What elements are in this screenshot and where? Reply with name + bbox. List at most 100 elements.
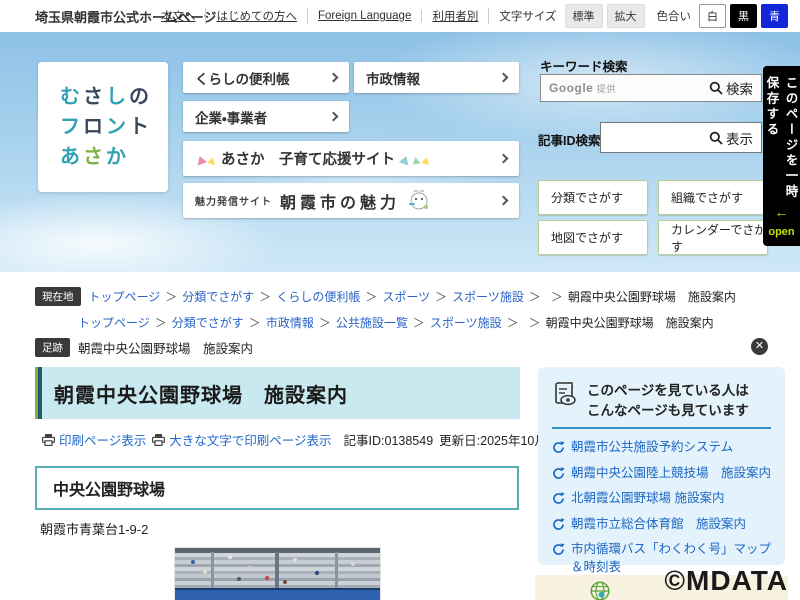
breadcrumb-secondary: トップページ＞分類でさがす＞市政情報＞公共施設一覧＞スポーツ施設＞＞朝霞中央公園… (78, 314, 714, 331)
breadcrumb-separator: ＞ (413, 316, 425, 330)
article-id: 記事ID:0138549 (344, 430, 434, 449)
related-page-link[interactable]: 北朝霞公園野球場 施設案内 (552, 490, 771, 508)
watermark: ©MDATA (664, 565, 788, 597)
font-size-label: 文字サイズ (489, 8, 562, 24)
related-page-link-label: 朝霞市立総合体育館 施設案内 (571, 516, 746, 534)
miryoku-banner-label: 魅力発信サイト 朝霞市の魅力 (195, 189, 432, 213)
related-page-link-label: 朝霞市公共施設予約システム (571, 439, 733, 457)
footprint-close-button[interactable]: ✕ (751, 338, 768, 355)
breadcrumb-link[interactable]: 分類でさがす (182, 290, 254, 304)
page-title: 朝霞中央公園野球場 施設案内 (38, 367, 520, 419)
kosodate-banner-label: あさか 子育て応援サイト (195, 148, 431, 169)
nav-button-living-guide[interactable]: くらしの便利帳 (183, 62, 349, 93)
miryoku-title: 朝霞市の魅力 (280, 189, 400, 213)
refresh-icon (552, 467, 565, 480)
breadcrumb-separator: ＞ (259, 290, 271, 304)
font-size-standard-button[interactable]: 標準 (565, 4, 603, 28)
color-black-button[interactable]: 黒 (730, 4, 757, 28)
keyword-search-label: キーワード検索 (540, 56, 628, 75)
print-page-link[interactable]: 印刷ページ表示 (42, 430, 146, 449)
related-page-link[interactable]: 朝霞中央公園陸上競技場 施設案内 (552, 465, 771, 483)
save-page-tab[interactable]: このページを一時保存する ← open (763, 66, 800, 246)
miryoku-prefix: 魅力発信サイト (195, 193, 272, 208)
refresh-icon (552, 492, 565, 505)
logo-line-1: むさしの (60, 82, 168, 112)
breadcrumb-link[interactable]: トップページ (78, 316, 150, 330)
related-page-link-label: 北朝霞公園野球場 施設案内 (571, 490, 724, 508)
foreign-language-link[interactable]: Foreign Language (308, 10, 422, 22)
color-blue-button[interactable]: 青 (761, 4, 788, 28)
top-utility-links: 本文へ はじめての方へ Foreign Language 利用者別 文字サイズ … (151, 0, 790, 32)
article-id-search-box[interactable]: 表示 (600, 122, 762, 153)
finder-by-map-button[interactable]: 地図でさがす (538, 220, 648, 255)
breadcrumb-primary: 現在地 トップページ＞分類でさがす＞くらしの便利帳＞スポーツ＞スポーツ施設＞＞朝… (35, 287, 736, 306)
decoration-triangle (399, 155, 411, 166)
decoration-triangle (195, 155, 207, 166)
breadcrumb-link[interactable]: 市政情報 (266, 316, 314, 330)
breadcrumb-link[interactable]: スポーツ施設 (452, 290, 524, 304)
breadcrumb-link[interactable]: くらしの便利帳 (276, 290, 360, 304)
keyword-search-box[interactable]: Google 提供 検索 (540, 74, 762, 102)
print-large-page-link[interactable]: 大きな文字で印刷ページ表示 (152, 430, 331, 449)
related-links-list: 朝霞市公共施設予約システム朝霞中央公園陸上競技場 施設案内北朝霞公園野球場 施設… (552, 439, 771, 576)
finder-by-category-button[interactable]: 分類でさがす (538, 180, 648, 215)
font-size-large-button[interactable]: 拡大 (607, 4, 645, 28)
printer-icon (152, 434, 165, 446)
skip-to-content-link[interactable]: 本文へ (151, 8, 207, 24)
related-pages-header: このページを見ている人は こんなページも見ています (552, 381, 771, 420)
breadcrumb-separator: ＞ (435, 290, 447, 304)
kosodate-banner[interactable]: あさか 子育て応援サイト (183, 141, 519, 176)
breadcrumb-current: 朝霞中央公園野球場 施設案内 (568, 290, 736, 304)
breadcrumb-separator: ＞ (249, 316, 261, 330)
nav-button-business[interactable]: 企業・事業者 (183, 101, 349, 132)
show-button[interactable]: 表示 (709, 128, 761, 148)
magnifier-icon (709, 81, 723, 95)
refresh-icon (552, 543, 565, 556)
breadcrumb-items: トップページ＞分類でさがす＞くらしの便利帳＞スポーツ＞スポーツ施設＞＞朝霞中央公… (89, 288, 736, 305)
breadcrumb-separator: ＞ (529, 316, 541, 330)
stadium-photo (175, 548, 380, 600)
site-logo[interactable]: むさしの フロント あさか (38, 62, 168, 192)
breadcrumb-link[interactable]: トップページ (89, 290, 161, 304)
keyword-search-input[interactable]: Google 提供 (549, 81, 709, 95)
article-meta-row: 印刷ページ表示 大きな文字で印刷ページ表示 記事ID:0138549 更新日:2… (42, 430, 591, 449)
search-button[interactable]: 検索 (709, 78, 761, 98)
nav-button-label: 市政情報 (366, 68, 420, 88)
color-scheme-label: 色合い (647, 8, 698, 24)
mascot-icon (406, 189, 432, 213)
first-time-link[interactable]: はじめての方へ (206, 8, 308, 24)
refresh-icon (552, 441, 565, 454)
article-id-search-label: 記事ID検索 (538, 130, 601, 149)
color-white-button[interactable]: 白 (699, 4, 726, 28)
related-pages-heading: このページを見ている人は こんなページも見ています (587, 381, 749, 420)
footprint-badge: 足跡 (35, 338, 70, 357)
breadcrumb-link[interactable]: 公共施設一覧 (336, 316, 408, 330)
refresh-icon (552, 518, 565, 531)
miryoku-banner[interactable]: 魅力発信サイト 朝霞市の魅力 (183, 183, 519, 218)
chevron-right-icon (499, 196, 509, 206)
finder-by-calendar-button[interactable]: カレンダーでさがす (658, 220, 768, 255)
finder-by-organization-button[interactable]: 組織でさがす (658, 180, 768, 215)
breadcrumb-current: 朝霞中央公園野球場 施設案内 (546, 316, 714, 330)
magnifier-icon (709, 131, 723, 145)
breadcrumb-separator: ＞ (319, 316, 331, 330)
printer-icon (42, 434, 55, 446)
related-pages-panel: このページを見ている人は こんなページも見ています 朝霞市公共施設予約システム朝… (538, 367, 785, 565)
related-page-link[interactable]: 朝霞市立総合体育館 施設案内 (552, 516, 771, 534)
related-page-link-label: 朝霞中央公園陸上競技場 施設案内 (571, 465, 771, 483)
breadcrumb-link[interactable]: 分類でさがす (172, 316, 244, 330)
logo-line-3: あさか (60, 142, 168, 172)
divider (552, 427, 771, 429)
page-views-icon (552, 381, 579, 408)
nav-button-city-info[interactable]: 市政情報 (354, 62, 519, 93)
related-page-link[interactable]: 朝霞市公共施設予約システム (552, 439, 771, 457)
decoration-triangle (421, 156, 431, 165)
breadcrumb-link[interactable]: スポーツ (382, 290, 430, 304)
user-type-link[interactable]: 利用者別 (422, 8, 489, 24)
breadcrumb-link[interactable]: スポーツ施設 (430, 316, 502, 330)
footprint-text: 朝霞中央公園野球場 施設案内 (78, 338, 253, 357)
breadcrumb-separator: ＞ (365, 290, 377, 304)
page: 埼玉県朝霞市公式ホームページ 本文へ はじめての方へ Foreign Langu… (0, 0, 800, 600)
save-page-tab-open: ← open (768, 204, 794, 240)
footprint-bar: 足跡 朝霞中央公園野球場 施設案内 (35, 338, 253, 357)
